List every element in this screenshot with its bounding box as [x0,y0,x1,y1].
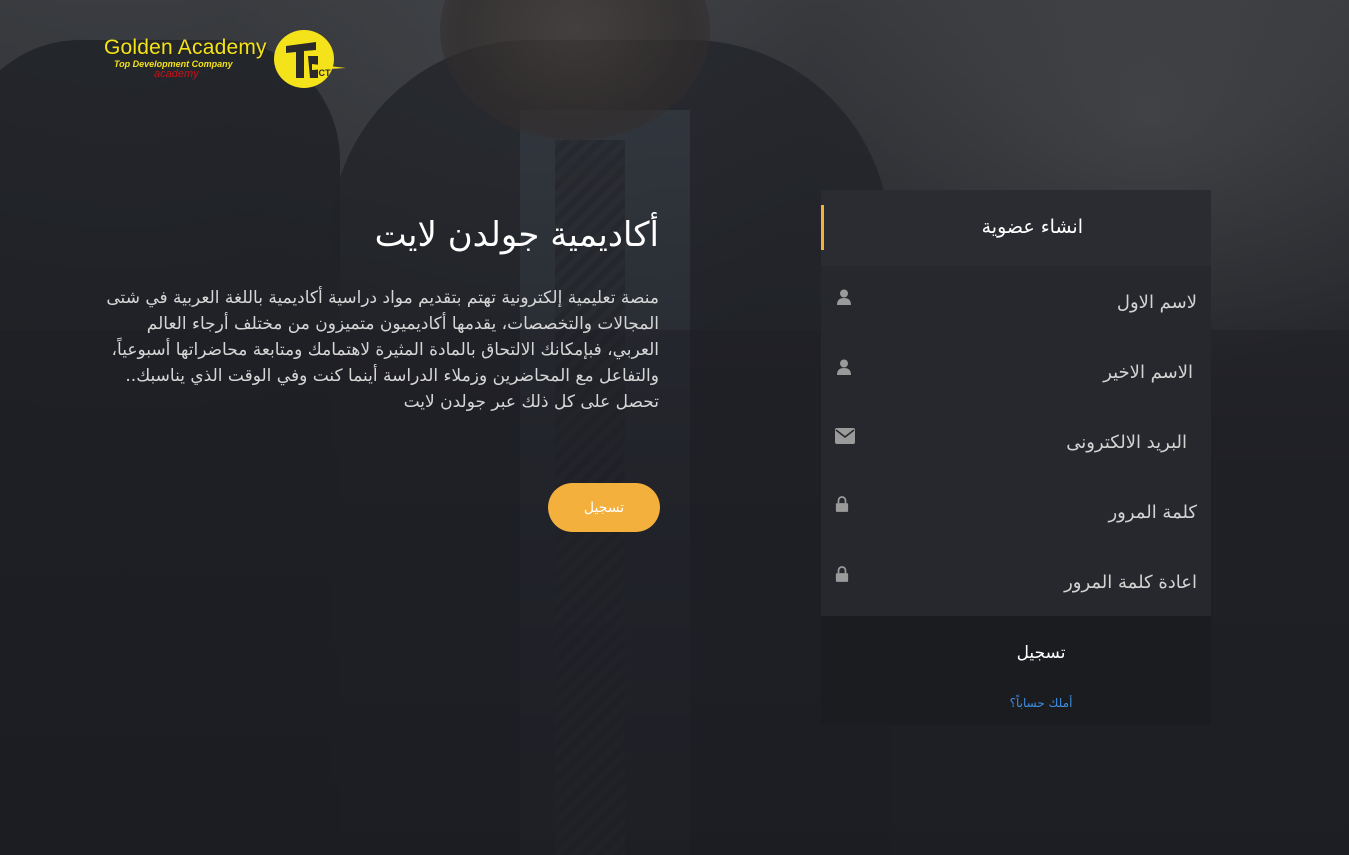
hero-title: أكاديمية جولدن لايت [374,215,659,255]
first-name-input[interactable] [861,280,1199,324]
hero-description: منصة تعليمية إلكترونية تهتم بتقديم مواد … [106,288,659,412]
last-name-row [821,336,1211,406]
email-row [821,406,1211,476]
user-icon [837,289,851,305]
site-logo[interactable]: Golden Academy Top Development Company a… [104,30,349,92]
logo-mark-letters: ICT [316,68,331,78]
signup-submit-area: تسجيل أملك حساباً؟ [821,616,1211,725]
hero-register-button[interactable]: تسجيل [548,483,660,532]
password-row [821,476,1211,546]
have-account-link[interactable]: أملك حساباً؟ [961,696,1121,710]
logo-tagline: academy [154,68,199,80]
logo-mark-icon: ICT [274,30,346,88]
confirm-password-input[interactable] [861,560,1199,604]
signup-fields [821,266,1211,616]
email-input[interactable] [861,420,1189,464]
signup-title: انشاء عضوية [981,216,1083,238]
logo-title: Golden Academy [104,36,267,59]
confirm-password-row [821,546,1211,616]
user-icon [837,359,851,375]
signup-panel-header: انشاء عضوية [821,190,1211,266]
lock-icon [835,496,849,512]
envelope-icon [835,428,855,444]
signup-panel: انشاء عضوية لاسم الاول الاسم الاخير البر… [821,190,1211,725]
first-name-row [821,266,1211,336]
lock-icon [835,566,849,582]
signup-header-accent [821,205,824,250]
password-input[interactable] [861,490,1199,534]
last-name-input[interactable] [861,350,1195,394]
signup-submit-button[interactable]: تسجيل [961,636,1121,670]
